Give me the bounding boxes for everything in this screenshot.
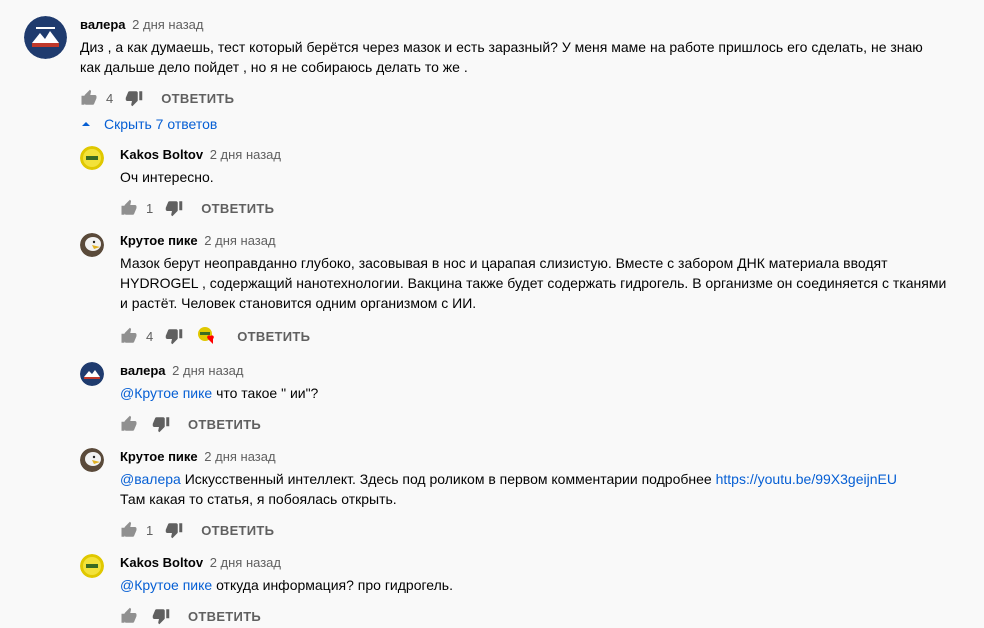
comment-body: Искусственный интеллект. Здесь под ролик… <box>180 471 716 487</box>
avatar[interactable] <box>24 16 67 59</box>
avatar[interactable] <box>80 554 104 578</box>
comment-line: Диз , а как думаешь, тест который берётс… <box>80 39 923 55</box>
thumbs-down-icon[interactable] <box>152 607 170 625</box>
reply-button[interactable]: ОТВЕТИТЬ <box>161 91 234 106</box>
hide-replies-toggle[interactable]: Скрыть 7 ответов <box>80 116 217 132</box>
author-name[interactable]: Крутое пике <box>120 449 198 464</box>
timestamp[interactable]: 2 дня назад <box>210 555 281 570</box>
comment-header: Kakos Boltov 2 дня назад <box>120 147 281 162</box>
creator-heart-icon <box>197 326 219 346</box>
comment-line: @валера Искусственный интеллект. Здесь п… <box>120 469 897 489</box>
thumbs-down-icon[interactable] <box>152 415 170 433</box>
like-count: 4 <box>146 328 154 344</box>
comment-line: Там какая то статья, я побоялась открыть… <box>120 491 397 507</box>
mention-link[interactable]: @Крутое пике <box>120 385 212 401</box>
author-name[interactable]: Kakos Boltov <box>120 555 203 570</box>
comment-actions: ОТВЕТИТЬ <box>120 604 261 628</box>
comment-line: как дальше дело пойдет , но я не собираю… <box>80 59 468 75</box>
author-name[interactable]: Крутое пике <box>120 233 198 248</box>
comment-text: @Крутое пике что такое " ии"? <box>120 383 318 403</box>
comment-actions: 1 ОТВЕТИТЬ <box>120 518 274 542</box>
comment-header: валера 2 дня назад <box>120 363 243 378</box>
avatar[interactable] <box>80 233 104 257</box>
comment-line: и растёт. Человек становится одним орган… <box>120 295 477 311</box>
timestamp[interactable]: 2 дня назад <box>172 363 243 378</box>
comment-text: @валера Искусственный интеллект. Здесь п… <box>120 469 897 509</box>
thumbs-down-icon[interactable] <box>125 89 143 107</box>
like-count: 1 <box>146 200 154 216</box>
like-count: 1 <box>146 522 154 538</box>
comment-text: @Крутое пике откуда информация? про гидр… <box>120 575 453 595</box>
avatar[interactable] <box>80 362 104 386</box>
author-name[interactable]: Kakos Boltov <box>120 147 203 162</box>
comment-text: Диз , а как думаешь, тест который берётс… <box>80 37 923 77</box>
author-name[interactable]: валера <box>80 17 126 32</box>
comment-actions: ОТВЕТИТЬ <box>120 412 261 436</box>
external-link[interactable]: https://youtu.be/99X3geijnEU <box>716 471 897 487</box>
comment-line: Мазок берут неоправданно глубоко, засовы… <box>120 255 888 271</box>
chevron-up-icon <box>82 122 90 126</box>
timestamp[interactable]: 2 дня назад <box>204 449 275 464</box>
thumbs-up-icon[interactable] <box>120 521 138 539</box>
avatar[interactable] <box>80 448 104 472</box>
comment-line: HYDROGEL , содержащий нанотехнологии. Ва… <box>120 275 947 291</box>
thumbs-up-icon[interactable] <box>80 89 98 107</box>
like-count: 4 <box>106 90 114 106</box>
timestamp[interactable]: 2 дня назад <box>132 17 203 32</box>
thumbs-up-icon[interactable] <box>120 607 138 625</box>
mention-link[interactable]: @Крутое пике <box>120 577 212 593</box>
thumbs-down-icon[interactable] <box>165 327 183 345</box>
comment-body: что такое " ии"? <box>212 385 319 401</box>
author-name[interactable]: валера <box>120 363 166 378</box>
thumbs-up-icon[interactable] <box>120 415 138 433</box>
comment-actions: 4 ОТВЕТИТЬ <box>120 324 310 348</box>
thumbs-down-icon[interactable] <box>165 199 183 217</box>
comment-header: Крутое пике 2 дня назад <box>120 233 276 248</box>
timestamp[interactable]: 2 дня назад <box>204 233 275 248</box>
reply-button[interactable]: ОТВЕТИТЬ <box>201 201 274 216</box>
comment-text: Мазок берут неоправданно глубоко, засовы… <box>120 253 946 313</box>
hide-replies-label: Скрыть 7 ответов <box>104 116 218 132</box>
comment-header: Kakos Boltov 2 дня назад <box>120 555 281 570</box>
mention-link[interactable]: @валера <box>120 471 181 487</box>
comment-text: Оч интересно. <box>120 169 214 185</box>
reply-button[interactable]: ОТВЕТИТЬ <box>201 523 274 538</box>
comment-header: валера 2 дня назад <box>80 17 203 32</box>
avatar[interactable] <box>80 146 104 170</box>
reply-button[interactable]: ОТВЕТИТЬ <box>188 417 261 432</box>
comment-header: Крутое пике 2 дня назад <box>120 449 276 464</box>
reply-button[interactable]: ОТВЕТИТЬ <box>188 609 261 624</box>
thumbs-up-icon[interactable] <box>120 199 138 217</box>
thumbs-down-icon[interactable] <box>165 521 183 539</box>
reply-button[interactable]: ОТВЕТИТЬ <box>237 329 310 344</box>
thumbs-up-icon[interactable] <box>120 327 138 345</box>
comment-body: откуда информация? про гидрогель. <box>212 577 453 593</box>
comment-actions: 1 ОТВЕТИТЬ <box>120 196 274 220</box>
comment-actions: 4 ОТВЕТИТЬ <box>80 86 234 110</box>
timestamp[interactable]: 2 дня назад <box>210 147 281 162</box>
